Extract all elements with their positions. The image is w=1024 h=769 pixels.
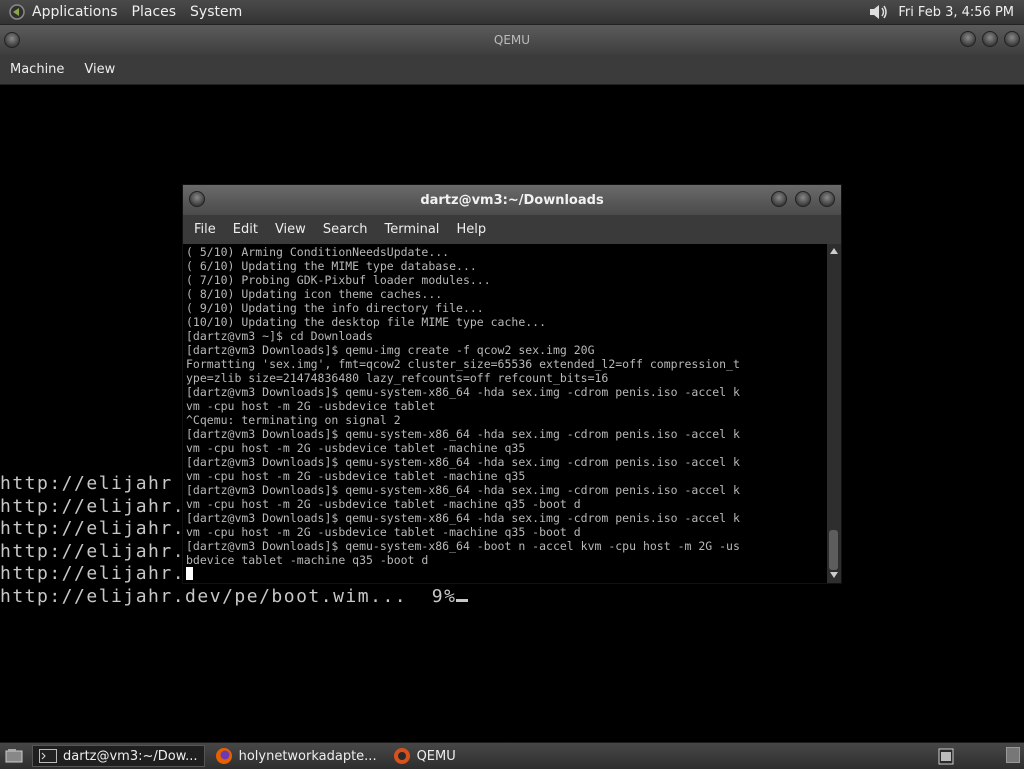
trash-icon[interactable] xyxy=(936,746,956,766)
terminal-output[interactable]: ( 5/10) Arming ConditionNeedsUpdate...( … xyxy=(183,244,827,583)
terminal-line: [dartz@vm3 Downloads]$ qemu-img create -… xyxy=(186,343,595,357)
gnome-foot-icon[interactable] xyxy=(8,3,26,21)
top-panel-tray: Fri Feb 3, 4:56 PM xyxy=(868,2,1014,22)
menu-search[interactable]: Search xyxy=(323,222,368,237)
firefox-icon xyxy=(215,748,232,764)
terminal-line: [dartz@vm3 Downloads]$ qemu-system-x86_6… xyxy=(186,455,740,469)
system-menu[interactable]: System xyxy=(190,4,242,20)
scroll-up-icon[interactable] xyxy=(830,248,838,254)
top-panel: Applications Places System Fri Feb 3, 4:… xyxy=(0,0,1024,25)
menu-help[interactable]: Help xyxy=(456,222,486,237)
qemu-menubar: Machine View xyxy=(0,55,1024,85)
maximize-button[interactable] xyxy=(795,191,811,207)
qemu-titlebar[interactable]: QEMU xyxy=(0,25,1024,55)
taskbar-item-qemu[interactable]: QEMU xyxy=(387,745,462,767)
terminal-line: ( 8/10) Updating icon theme caches... xyxy=(186,287,443,301)
places-menu[interactable]: Places xyxy=(132,4,177,20)
boot-line-progress: http://elijahr.dev/pe/boot.wim... 9% xyxy=(0,586,481,609)
menu-edit[interactable]: Edit xyxy=(233,222,258,237)
close-button[interactable] xyxy=(819,191,835,207)
maximize-button[interactable] xyxy=(982,31,998,47)
scroll-down-icon[interactable] xyxy=(830,572,838,578)
terminal-scrollbar[interactable] xyxy=(827,244,841,583)
terminal-line: vm -cpu host -m 2G -usbdevice tablet -ma… xyxy=(186,469,526,483)
menu-file[interactable]: File xyxy=(194,222,216,237)
close-button[interactable] xyxy=(1004,31,1020,47)
terminal-line: [dartz@vm3 Downloads]$ qemu-system-x86_6… xyxy=(186,483,740,497)
terminal-line: [dartz@vm3 Downloads]$ qemu-system-x86_6… xyxy=(186,511,740,525)
terminal-line: bdevice tablet -machine q35 -boot d xyxy=(186,553,429,567)
taskbar-item-terminal[interactable]: dartz@vm3:~/Dow... xyxy=(32,745,205,767)
terminal-window: dartz@vm3:~/Downloads File Edit View Sea… xyxy=(182,184,842,584)
terminal-line: ( 6/10) Updating the MIME type database.… xyxy=(186,259,477,273)
terminal-line: vm -cpu host -m 2G -usbdevice tablet -ma… xyxy=(186,497,581,511)
terminal-line: Formatting 'sex.img', fmt=qcow2 cluster_… xyxy=(186,357,740,371)
terminal-line: vm -cpu host -m 2G -usbdevice tablet -ma… xyxy=(186,441,526,455)
bottom-panel: dartz@vm3:~/Dow... holynetworkadapte... … xyxy=(0,742,1024,769)
minimize-button[interactable] xyxy=(771,191,787,207)
menu-view[interactable]: View xyxy=(84,62,115,77)
terminal-menubar: File Edit View Search Terminal Help xyxy=(183,215,841,244)
terminal-line: (10/10) Updating the desktop file MIME t… xyxy=(186,315,547,329)
menu-machine[interactable]: Machine xyxy=(10,62,64,77)
terminal-icon xyxy=(39,749,57,763)
terminal-line: [dartz@vm3 Downloads]$ qemu-system-x86_6… xyxy=(186,427,740,441)
taskbar-item-label: QEMU xyxy=(416,748,456,764)
terminal-line: ( 9/10) Updating the info directory file… xyxy=(186,301,484,315)
menu-view[interactable]: View xyxy=(275,222,306,237)
terminal-line: vm -cpu host -m 2G -usbdevice tablet xyxy=(186,399,436,413)
qemu-window-title: QEMU xyxy=(493,33,531,47)
taskbar-item-label: holynetworkadapte... xyxy=(238,748,377,764)
terminal-titlebar[interactable]: dartz@vm3:~/Downloads xyxy=(183,185,841,215)
window-menu-button[interactable] xyxy=(189,191,205,207)
terminal-line: ^Cqemu: terminating on signal 2 xyxy=(186,413,401,427)
boot-cursor xyxy=(456,598,469,602)
terminal-line: [dartz@vm3 Downloads]$ qemu-system-x86_6… xyxy=(186,539,740,553)
minimize-button[interactable] xyxy=(960,31,976,47)
taskbar-item-firefox[interactable]: holynetworkadapte... xyxy=(209,745,383,767)
window-menu-button[interactable] xyxy=(4,32,20,48)
scrollbar-thumb[interactable] xyxy=(829,530,838,570)
terminal-line: ( 5/10) Arming ConditionNeedsUpdate... xyxy=(186,245,450,259)
show-desktop-icon[interactable] xyxy=(4,747,24,765)
boot-line: http://elijahr.dev/pe/boot.wim... 9% xyxy=(0,585,457,607)
terminal-line: [dartz@vm3 ~]$ cd Downloads xyxy=(186,329,373,343)
taskbar-item-label: dartz@vm3:~/Dow... xyxy=(63,748,198,764)
applications-menu[interactable]: Applications xyxy=(32,4,118,20)
terminal-line: vm -cpu host -m 2G -usbdevice tablet -ma… xyxy=(186,525,581,539)
terminal-cursor xyxy=(186,567,193,580)
terminal-line: [dartz@vm3 Downloads]$ qemu-system-x86_6… xyxy=(186,385,740,399)
menu-terminal[interactable]: Terminal xyxy=(384,222,439,237)
clock[interactable]: Fri Feb 3, 4:56 PM xyxy=(898,5,1014,20)
terminal-lines: ( 5/10) Arming ConditionNeedsUpdate...( … xyxy=(186,245,740,567)
qemu-icon xyxy=(393,748,410,764)
terminal-line: ( 7/10) Probing GDK-Pixbuf loader module… xyxy=(186,273,491,287)
volume-icon[interactable] xyxy=(868,2,890,22)
workspace-switcher[interactable] xyxy=(1006,747,1020,763)
terminal-title: dartz@vm3:~/Downloads xyxy=(420,192,604,208)
terminal-line: ype=zlib size=21474836480 lazy_refcounts… xyxy=(186,371,609,385)
